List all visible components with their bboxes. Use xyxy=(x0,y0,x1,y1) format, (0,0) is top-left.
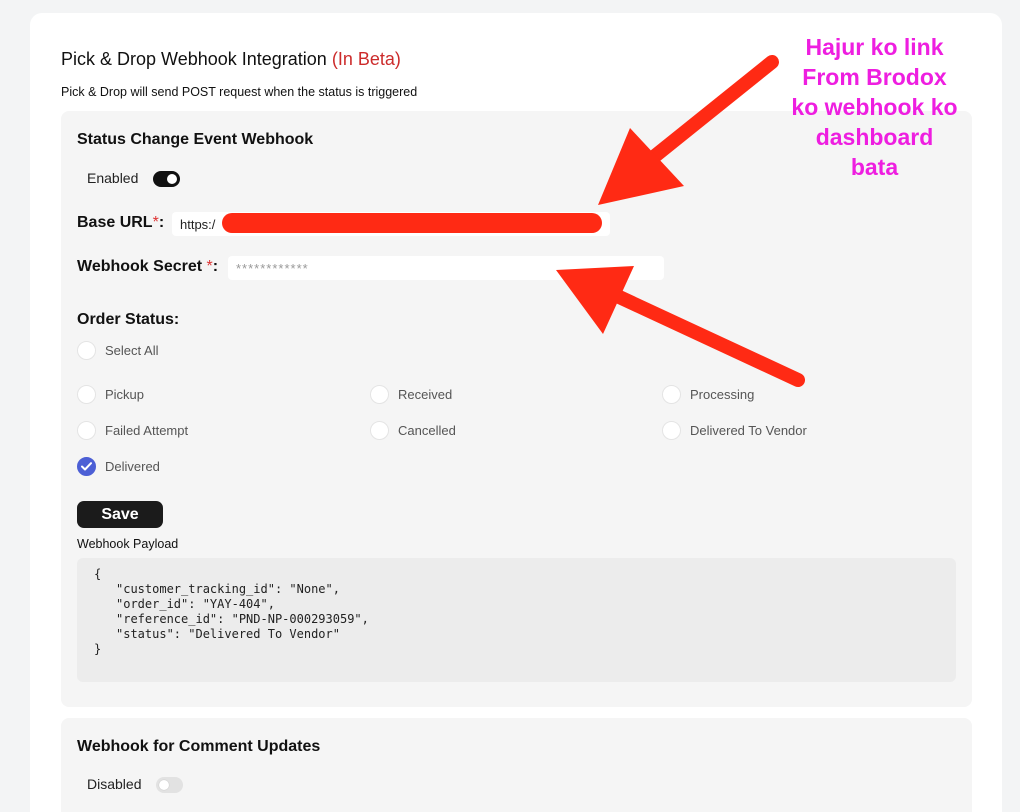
annotation-line: bata xyxy=(850,154,899,180)
arrow-to-base-url-icon xyxy=(598,55,779,205)
arrow-to-webhook-secret-icon xyxy=(556,266,805,387)
annotation-line: From Brodox xyxy=(802,64,947,90)
annotation-line: dashboard xyxy=(815,124,934,150)
annotation-line: Hajur ko link xyxy=(805,34,944,60)
annotation-line: ko webhook ko xyxy=(791,94,958,120)
annotation-note: Hajur ko link From Brodox ko webhook ko … xyxy=(772,32,977,182)
